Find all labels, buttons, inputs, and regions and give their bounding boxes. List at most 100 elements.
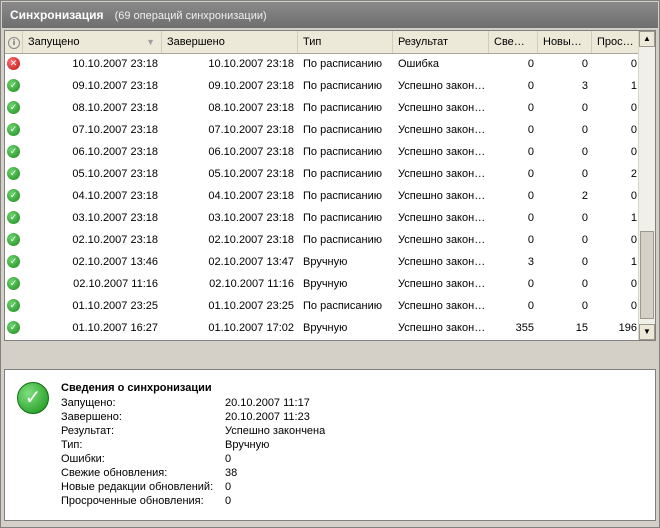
sort-down-icon: ▼ [146, 37, 155, 47]
detail-label: Завершено: [61, 411, 122, 423]
detail-value: 0 [225, 495, 232, 507]
cell-newrev: 15 [575, 322, 588, 334]
cell-newrev: 0 [581, 102, 588, 114]
cell-end: 02.10.2007 11:16 [209, 278, 294, 290]
info-icon: i [8, 37, 20, 49]
cell-overdue: 1 [630, 256, 637, 268]
check-circle-icon: ✓ [17, 382, 49, 414]
detail-label: Тип: [61, 439, 83, 451]
cell-newrev: 0 [581, 256, 588, 268]
vertical-scrollbar[interactable]: ▲ ▼ [638, 31, 655, 340]
table-row[interactable]: ✓ 09.10.2007 23:18 09.10.2007 23:18 По расп… [5, 75, 641, 97]
cell-newrev: 0 [581, 124, 588, 136]
cell-result: Успешно закон… [398, 322, 486, 334]
cell-fresh: 0 [527, 278, 534, 290]
cell-type: По расписанию [303, 124, 383, 136]
table-row[interactable]: ✓ 05.10.2007 23:18 05.10.2007 23:18 По расп… [5, 163, 641, 185]
cell-end: 06.10.2007 23:18 [208, 146, 294, 158]
cell-type: По расписанию [303, 300, 383, 312]
x-circle-icon: ✕ [7, 57, 20, 70]
cell-type: По расписанию [303, 212, 383, 224]
cell-result: Успешно закон… [398, 300, 486, 312]
cell-result: Успешно закон… [398, 278, 486, 290]
cell-result: Успешно закон… [398, 212, 486, 224]
cell-end: 08.10.2007 23:18 [208, 102, 294, 114]
table-row[interactable]: ✓ 03.10.2007 23:18 03.10.2007 23:18 По расп… [5, 207, 641, 229]
detail-label: Ошибки: [61, 453, 105, 465]
cell-end: 07.10.2007 23:18 [208, 124, 294, 136]
cell-overdue: 0 [630, 278, 637, 290]
table-body: ✕ 10.10.2007 23:18 10.10.2007 23:18 По расп… [5, 53, 641, 340]
cell-start: 02.10.2007 13:46 [72, 256, 158, 268]
detail-value: 20.10.2007 11:23 [225, 411, 310, 423]
col-started[interactable]: Запущено ▼ [23, 31, 162, 53]
table-row[interactable]: ✕ 10.10.2007 23:18 10.10.2007 23:18 По расп… [5, 53, 641, 75]
check-circle-icon: ✓ [7, 299, 20, 312]
check-circle-icon: ✓ [7, 255, 20, 268]
detail-value: 20.10.2007 11:17 [225, 397, 310, 409]
detail-value: Успешно закончена [225, 425, 326, 437]
cell-start: 10.10.2007 23:18 [72, 58, 158, 70]
cell-result: Успешно закон… [398, 146, 486, 158]
pane-splitter[interactable] [4, 342, 656, 368]
col-finished[interactable]: Завершено [162, 31, 298, 53]
col-overdue[interactable]: Прос… [592, 31, 641, 53]
col-result[interactable]: Результат [393, 31, 489, 53]
col-type[interactable]: Тип [298, 31, 393, 53]
table-row[interactable]: ✓ 01.10.2007 23:25 01.10.2007 23:25 По расп… [5, 295, 641, 317]
cell-end: 01.10.2007 23:25 [208, 300, 294, 312]
cell-overdue: 0 [630, 146, 637, 158]
cell-end: 01.10.2007 17:02 [208, 322, 294, 334]
panel-subtitle: (69 операций синхронизации) [114, 10, 267, 22]
cell-type: Вручную [303, 322, 348, 334]
cell-result: Успешно закон… [398, 256, 486, 268]
table-row[interactable]: ✓ 04.10.2007 23:18 04.10.2007 23:18 По расп… [5, 185, 641, 207]
detail-value: 38 [225, 467, 238, 479]
table-row[interactable]: ✓ 02.10.2007 23:18 02.10.2007 23:18 По расп… [5, 229, 641, 251]
sync-panel: Синхронизация (69 операций синхронизации… [0, 0, 660, 528]
table-row[interactable]: ✓ 01.10.2007 16:27 01.10.2007 17:02 Вручную… [5, 317, 641, 339]
col-status[interactable]: i [5, 31, 23, 53]
cell-start: 01.10.2007 23:25 [72, 300, 158, 312]
sync-history-table: i Запущено ▼ Завершено Тип Результат Све… [4, 30, 656, 341]
cell-newrev: 0 [581, 168, 588, 180]
cell-start: 03.10.2007 23:18 [72, 212, 158, 224]
cell-start: 06.10.2007 23:18 [72, 146, 158, 158]
col-new-revisions[interactable]: Новы… [538, 31, 592, 53]
cell-overdue: 0 [630, 234, 637, 246]
table-row[interactable]: ✓ 06.10.2007 23:18 06.10.2007 23:18 По расп… [5, 141, 641, 163]
detail-label: Просроченные обновления: [61, 495, 204, 507]
cell-end: 03.10.2007 23:18 [208, 212, 294, 224]
table-row[interactable]: ✓ 02.10.2007 13:46 02.10.2007 13:47 Вручную… [5, 251, 641, 273]
cell-fresh: 0 [527, 58, 534, 70]
cell-result: Успешно закон… [398, 80, 486, 92]
cell-type: По расписанию [303, 102, 383, 114]
scroll-up-arrow-icon[interactable]: ▲ [639, 31, 655, 47]
detail-row: Ошибки: 0 [61, 452, 641, 466]
cell-type: По расписанию [303, 146, 383, 158]
table-row[interactable]: ✓ 02.10.2007 11:16 02.10.2007 11:16 Вручную… [5, 273, 641, 295]
check-circle-icon: ✓ [7, 233, 20, 246]
scroll-down-arrow-icon[interactable]: ▼ [639, 324, 655, 340]
cell-fresh: 0 [527, 234, 534, 246]
check-circle-icon: ✓ [7, 277, 20, 290]
detail-label: Новые редакции обновлений: [61, 481, 214, 493]
cell-newrev: 0 [581, 146, 588, 158]
cell-newrev: 0 [581, 212, 588, 224]
detail-row: Результат: Успешно закончена [61, 424, 641, 438]
check-circle-icon: ✓ [7, 145, 20, 158]
cell-fresh: 355 [515, 322, 534, 334]
table-row[interactable]: ✓ 07.10.2007 23:18 07.10.2007 23:18 По расп… [5, 119, 641, 141]
cell-overdue: 0 [630, 102, 637, 114]
table-row[interactable]: ✓ 08.10.2007 23:18 08.10.2007 23:18 По расп… [5, 97, 641, 119]
cell-overdue: 196 [618, 322, 637, 334]
cell-type: По расписанию [303, 190, 383, 202]
check-circle-icon: ✓ [7, 211, 20, 224]
cell-newrev: 0 [581, 300, 588, 312]
col-fresh-updates[interactable]: Све… [489, 31, 538, 53]
cell-start: 07.10.2007 23:18 [72, 124, 158, 136]
cell-start: 04.10.2007 23:18 [72, 190, 158, 202]
cell-fresh: 0 [527, 80, 534, 92]
cell-end: 10.10.2007 23:18 [208, 58, 294, 70]
scroll-thumb[interactable] [640, 231, 654, 319]
